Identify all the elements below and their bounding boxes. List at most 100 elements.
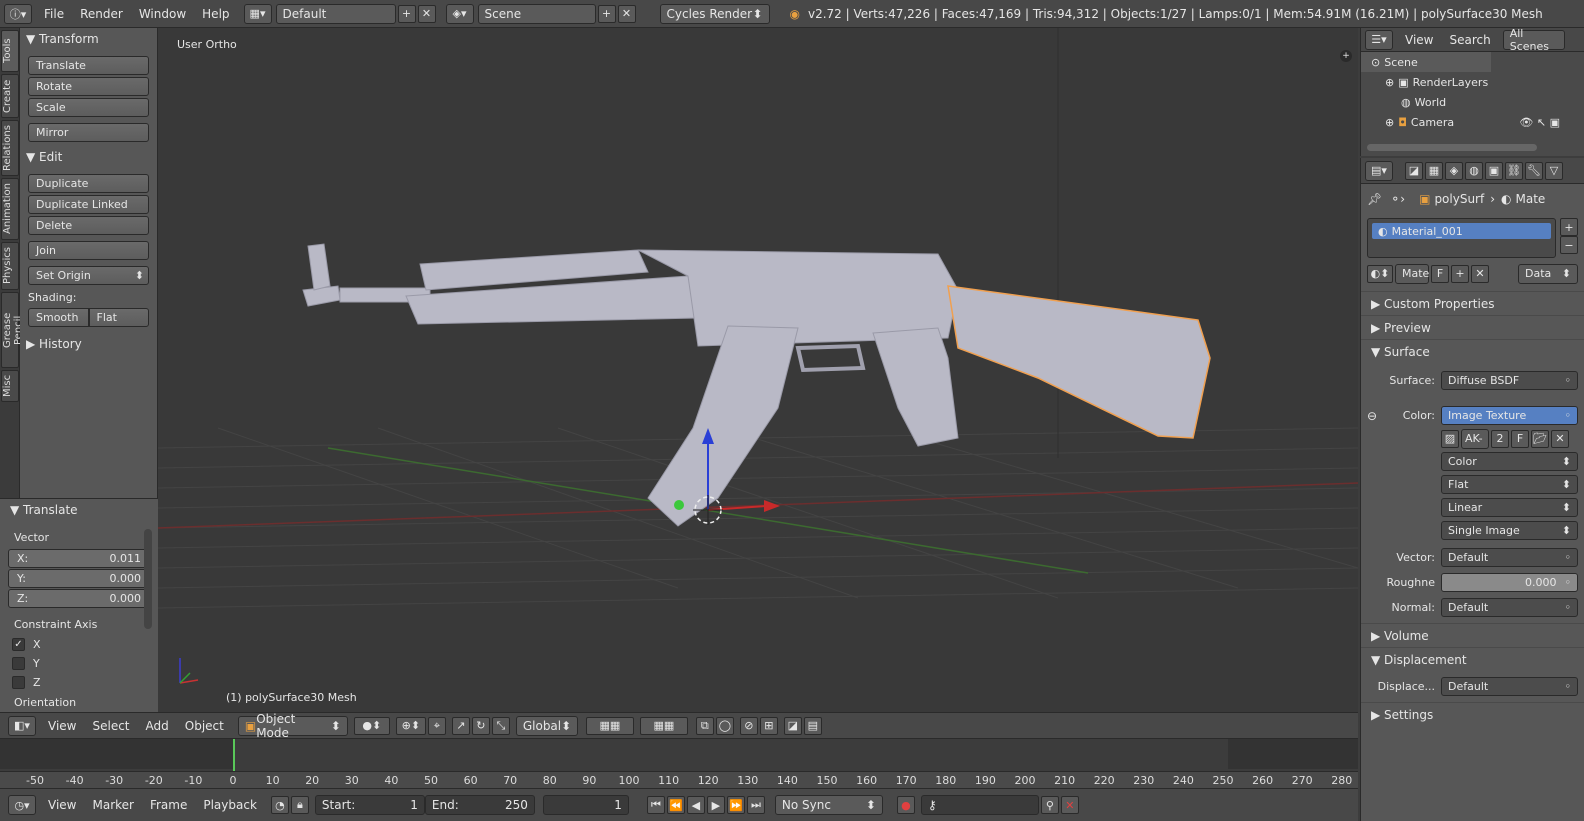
end-frame-field[interactable]: End: 250 — [424, 795, 535, 815]
outliner-editor-icon[interactable]: ☰▾ — [1365, 29, 1393, 50]
remove-scene-icon[interactable]: ✕ — [617, 4, 636, 23]
remove-slot-icon[interactable]: − — [1560, 236, 1578, 254]
image-browse-icon[interactable]: ▨ — [1441, 429, 1459, 448]
translate-manip-icon[interactable]: ↗ — [451, 716, 470, 735]
image-unlink-icon[interactable]: ✕ — [1551, 429, 1569, 448]
edit-panel-header[interactable]: ▼ Edit — [20, 146, 157, 168]
material-fake-user[interactable]: F — [1431, 264, 1449, 283]
colorspace-select[interactable]: Color ⬍ — [1441, 452, 1578, 471]
jump-end-icon[interactable]: ⏭ — [746, 796, 765, 814]
render-tab-icon[interactable]: ◪ — [1405, 161, 1423, 180]
preview-panel[interactable]: ▶ Preview — [1361, 315, 1584, 339]
vector-y-field[interactable]: Y: 0.000 — [8, 569, 150, 588]
delete-button[interactable]: Delete — [28, 216, 149, 235]
source-select[interactable]: Single Image ⬍ — [1441, 521, 1578, 540]
vector-x-field[interactable]: X: 0.011 — [8, 549, 150, 568]
outliner-item-renderlayers[interactable]: ⊕ ▣ RenderLayers — [1361, 72, 1584, 92]
image-open-icon[interactable]: 📂︎ — [1531, 429, 1549, 448]
menu-file[interactable]: File — [36, 7, 72, 21]
jump-keyframe-fwd-icon[interactable]: ⏩ — [726, 796, 745, 814]
menu-help[interactable]: Help — [194, 7, 237, 21]
snap-element-icon[interactable]: ⊞ — [759, 716, 778, 735]
play-reverse-icon[interactable]: ◀ — [686, 796, 705, 814]
orientation-select[interactable]: Global ⬍ — [515, 715, 578, 736]
surface-shader-select[interactable]: Diffuse BSDF ◦ — [1441, 371, 1578, 390]
vector-input-select[interactable]: Default ◦ — [1441, 548, 1578, 567]
flat-button[interactable]: Flat — [88, 308, 149, 327]
preview-range-icon[interactable]: ◔ — [270, 796, 289, 814]
volume-panel[interactable]: ▶ Volume — [1361, 623, 1584, 647]
current-frame-field[interactable]: 1 — [542, 795, 629, 815]
image-name-field[interactable]: AK- — [1461, 428, 1489, 449]
vector-z-field[interactable]: Z: 0.000 — [8, 589, 150, 608]
custom-properties-panel[interactable]: ▶ Custom Properties — [1361, 291, 1584, 315]
menu-select[interactable]: Select — [84, 719, 137, 733]
settings-panel[interactable]: ▶ Settings — [1361, 702, 1584, 726]
display-mode-select[interactable]: All Scenes — [1502, 27, 1565, 53]
menu-tl-view[interactable]: View — [40, 798, 84, 812]
shading-mode-icon[interactable]: ●⬍ — [353, 716, 390, 735]
operator-header[interactable]: ▼ Translate — [0, 499, 158, 521]
constraints-tab-icon[interactable]: ⛓ — [1505, 161, 1523, 180]
timeline-editor-icon[interactable]: ◷▾ — [8, 795, 36, 815]
menu-search[interactable]: Search — [1441, 33, 1498, 47]
duplicate-linked-button[interactable]: Duplicate Linked — [28, 195, 149, 214]
set-origin-menu[interactable]: Set Origin ⬍ — [28, 266, 149, 285]
projection-select[interactable]: Flat ⬍ — [1441, 475, 1578, 494]
scene-tab-icon[interactable]: ◈ — [1445, 161, 1463, 180]
scale-manip-icon[interactable]: ⤡ — [491, 716, 510, 735]
render-still-icon[interactable]: ◪ — [783, 716, 802, 735]
timeline-ruler[interactable]: -50 -40 -30 -20 -10 0 10 20 30 40 50 60 70 80 90 100 110… — [0, 771, 1358, 789]
translate-button[interactable]: Translate — [28, 56, 149, 75]
delete-keyframe-icon[interactable]: ✕ — [1060, 796, 1079, 814]
jump-keyframe-back-icon[interactable]: ⏪ — [666, 796, 685, 814]
info-editor-icon[interactable]: ⓘ▾ — [4, 3, 32, 24]
menu-object[interactable]: Object — [177, 719, 232, 733]
menu-render[interactable]: Render — [72, 7, 131, 21]
surface-panel-header[interactable]: ▼ Surface — [1361, 339, 1584, 363]
tab-misc[interactable]: Misc — [1, 370, 19, 402]
outliner-item-camera[interactable]: ⊕ ◘ Camera 👁︎ ↖ ▣ — [1361, 112, 1584, 132]
menu-marker[interactable]: Marker — [84, 798, 141, 812]
material-unlink-icon[interactable]: ✕ — [1471, 264, 1489, 283]
eye-icon[interactable]: 👁︎ ↖ ▣ — [1519, 116, 1560, 129]
link-select[interactable]: Data ⬍ — [1518, 263, 1578, 284]
plus-icon[interactable]: + — [1340, 50, 1352, 62]
lock-range-icon[interactable]: 🔒︎ — [290, 796, 309, 814]
image-fake-user[interactable]: F — [1511, 429, 1529, 448]
collapse-minus-icon[interactable]: ⊖ — [1367, 409, 1381, 423]
timeline[interactable]: -50 -40 -30 -20 -10 0 10 20 30 40 50 60 70 80 90 100 110… — [0, 738, 1358, 789]
add-layout-icon[interactable]: + — [397, 4, 416, 23]
normal-input-select[interactable]: Default ◦ — [1441, 598, 1578, 617]
object-tab-icon[interactable]: ▣ — [1485, 161, 1503, 180]
menu-add[interactable]: Add — [138, 719, 177, 733]
keying-set-field[interactable]: ⚷ — [920, 795, 1039, 815]
menu-playback[interactable]: Playback — [195, 798, 265, 812]
add-scene-icon[interactable]: + — [597, 4, 616, 23]
displacement-panel-header[interactable]: ▼ Displacement — [1361, 647, 1584, 671]
outliner-scrollbar[interactable] — [1367, 144, 1537, 151]
current-frame-marker[interactable] — [233, 739, 235, 771]
constraint-z-checkbox[interactable]: Z — [0, 673, 158, 692]
material-new-icon[interactable]: + — [1451, 264, 1469, 283]
tab-physics[interactable]: Physics — [1, 242, 19, 290]
start-frame-field[interactable]: Start: 1 — [314, 795, 425, 815]
layers-grid-right[interactable]: ▦▦ — [639, 716, 688, 735]
duplicate-button[interactable]: Duplicate — [28, 174, 149, 193]
data-tab-icon[interactable]: ▽ — [1545, 161, 1563, 180]
pin-icon[interactable]: 📌︎ — [1367, 192, 1382, 206]
tab-relations[interactable]: Relations — [1, 120, 19, 176]
menu-window[interactable]: Window — [131, 7, 194, 21]
properties-editor-icon[interactable]: ▤▾ — [1365, 160, 1393, 181]
join-button[interactable]: Join — [28, 241, 149, 260]
proportional-edit-icon[interactable]: ◯ — [715, 716, 734, 735]
play-icon[interactable]: ▶ — [706, 796, 725, 814]
tab-animation[interactable]: Animation — [1, 178, 19, 240]
scene-icon[interactable]: ◈▾ — [445, 3, 474, 24]
material-slot-item[interactable]: ◐ Material_001 — [1372, 223, 1551, 239]
mirror-button[interactable]: Mirror — [28, 123, 149, 142]
menu-view[interactable]: View — [40, 719, 84, 733]
world-tab-icon[interactable]: ◍ — [1465, 161, 1483, 180]
interpolation-select[interactable]: Linear ⬍ — [1441, 498, 1578, 517]
outliner-item-world[interactable]: ◍ World — [1361, 92, 1584, 112]
